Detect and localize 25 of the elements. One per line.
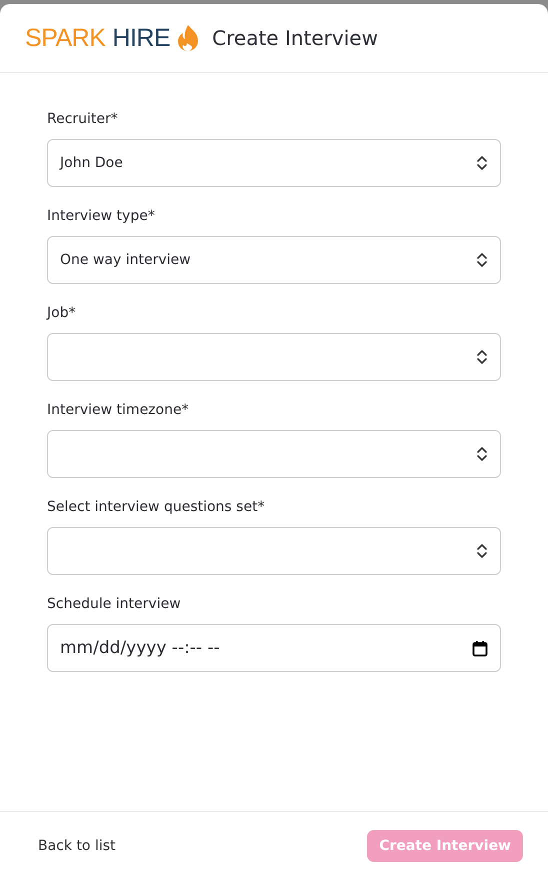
select-field[interactable] <box>47 430 501 478</box>
select-field[interactable]: John Doe <box>47 139 501 187</box>
select-value: One way interview <box>60 252 191 268</box>
chevron-updown-icon <box>476 542 488 560</box>
select-field[interactable] <box>47 333 501 381</box>
field-label: Interview type* <box>47 208 156 224</box>
select-value: John Doe <box>60 155 123 171</box>
chevron-updown-icon <box>476 348 488 366</box>
modal-title: Create Interview <box>212 26 378 50</box>
chevron-updown-icon <box>476 154 488 172</box>
select-field[interactable] <box>47 527 501 575</box>
chevron-updown-icon <box>476 445 488 463</box>
logo-text: SPARK <box>25 24 106 52</box>
chevron-updown-icon <box>476 251 488 269</box>
select-field[interactable]: One way interview <box>47 236 501 284</box>
datetime-field[interactable]: mm/dd/yyyy --:-- -- <box>47 624 501 672</box>
logo-text: HIRE <box>112 24 170 52</box>
field-label: Select interview questions set* <box>47 499 266 515</box>
datetime-placeholder: mm/dd/yyyy --:-- -- <box>60 638 220 658</box>
field-label: Schedule interview <box>47 596 182 612</box>
field-label: Recruiter* <box>47 111 119 127</box>
calendar-icon[interactable] <box>472 640 488 656</box>
field-label: Interview timezone* <box>47 402 190 418</box>
field-label: Job* <box>47 305 77 321</box>
back-link[interactable]: Back to list <box>38 838 116 854</box>
